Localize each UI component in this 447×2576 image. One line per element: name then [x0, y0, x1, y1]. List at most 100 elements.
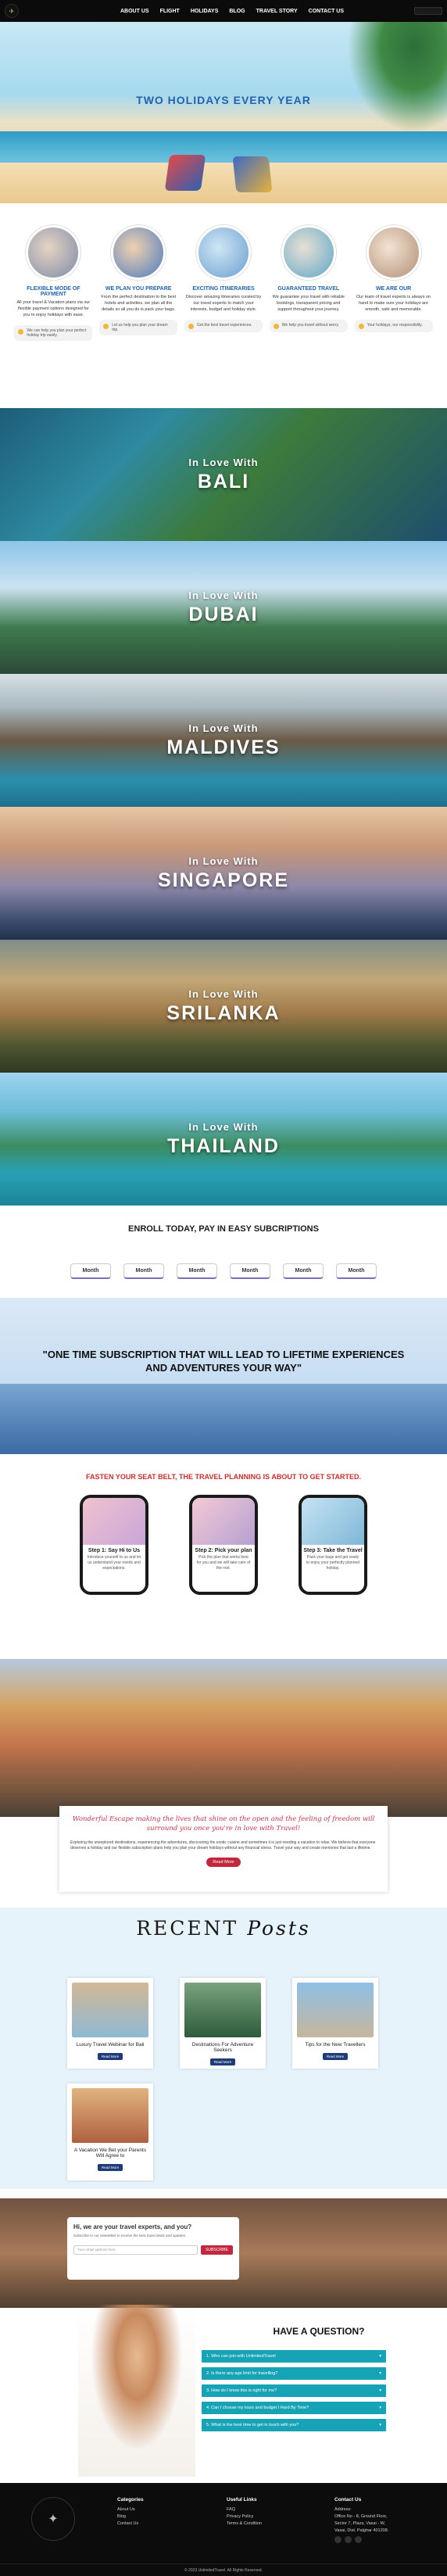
feature-card: EXCITING ITINERARIES Discover amazing it… [184, 225, 263, 407]
step-image [83, 1498, 145, 1545]
footer-useful-links: Useful Links FAQ Privacy Policy Terms & … [227, 2497, 262, 2526]
story-script: Wonderful Escape making the lives that s… [72, 1815, 375, 1833]
step-card: Step 2: Pick your plan Pick the plan tha… [189, 1495, 258, 1595]
footer-link[interactable]: Blog [117, 2514, 144, 2519]
footer-link[interactable]: Contact Us [117, 2521, 144, 2526]
footer-link[interactable]: Privacy Policy [227, 2514, 262, 2519]
city-buildings-image [0, 1384, 447, 1454]
feature-card: FLEXIBLE MODE OF PAYMENT All your travel… [14, 225, 93, 407]
top-nav: ✈ ABOUT US FLIGHT HOLIDAYS BLOG TRAVEL S… [0, 0, 447, 22]
read-more-button[interactable]: Read More [206, 1858, 241, 1868]
feature-note: We help you travel without worry. [269, 319, 348, 332]
post-read-more-button[interactable]: Read More [97, 2164, 123, 2171]
footer-link[interactable]: About Us [117, 2507, 144, 2512]
skyline-banner [0, 1298, 447, 1454]
chevron-down-icon: ▾ [379, 2354, 381, 2359]
contact-line: Vasai, Dist. Palghar 401208. [334, 2528, 389, 2533]
feature-text: We guarantee your travel with reliable b… [272, 295, 345, 312]
destination-banner-thailand[interactable]: In Love With THAILAND [0, 1073, 447, 1206]
destination-banner-srilanka[interactable]: In Love With SRILANKA [0, 940, 447, 1073]
faq-item[interactable]: 2. Is there any age limit for travelling… [202, 2367, 386, 2380]
month-option[interactable]: Month [283, 1263, 324, 1279]
step-image [192, 1498, 255, 1545]
nav-item-contact[interactable]: CONTACT US [309, 9, 344, 14]
nav-item-holidays[interactable]: HOLIDAYS [191, 9, 219, 14]
feature-image [111, 225, 166, 280]
destination-tagline: In Love With [188, 855, 259, 867]
feature-title: GUARANTEED TRAVEL [277, 286, 340, 292]
feature-note: Get the best travel experiences. [184, 319, 263, 332]
feature-title: WE ARE OUR [375, 286, 412, 292]
faq-item[interactable]: 4. Can I choose my tours and budget I Ha… [202, 2402, 386, 2414]
palm-leaves-decor [336, 22, 447, 147]
story-body: Exploring the unexplored destinations, e… [70, 1840, 376, 1851]
post-card[interactable]: A Vacation We Bet your Parents Will Agre… [67, 2083, 153, 2180]
month-option[interactable]: Month [70, 1263, 111, 1279]
month-option[interactable]: Month [177, 1263, 217, 1279]
post-read-more-button[interactable]: Read More [209, 2058, 236, 2065]
feature-title: WE PLAN YOU PREPARE [105, 286, 172, 292]
post-read-more-button[interactable]: Read More [97, 2053, 123, 2060]
post-image [72, 2088, 148, 2143]
info-icon [18, 328, 24, 335]
twitter-icon[interactable] [355, 2536, 362, 2543]
destination-banner-bali[interactable]: In Love With BALI [0, 408, 447, 541]
email-input[interactable]: Your email address here [73, 2245, 198, 2255]
faq-item[interactable]: 3. How do I know this is right for me? ▾ [202, 2384, 386, 2397]
facebook-icon[interactable] [334, 2536, 342, 2543]
street-scene-image [0, 1659, 447, 1817]
post-card[interactable]: Luxury Travel Webinar for Bali Read More [67, 1978, 153, 2069]
destination-tagline: In Love With [188, 589, 259, 601]
contact-line: Office No - 8, Ground Floor, [334, 2514, 388, 2519]
faq-item[interactable]: 5. What is the best time to get in touch… [202, 2419, 386, 2431]
post-title[interactable]: A Vacation We Bet your Parents Will Agre… [72, 2148, 148, 2159]
footer: ✦ Categories About Us Blog Contact Us Us… [0, 2483, 447, 2576]
brand-logo-icon[interactable]: ✈ [5, 4, 19, 18]
instagram-icon[interactable] [345, 2536, 352, 2543]
destination-banner-singapore[interactable]: In Love With SINGAPORE [0, 807, 447, 940]
destination-name: MALDIVES [166, 736, 281, 758]
nav-action-box[interactable] [414, 7, 442, 15]
post-image [297, 1983, 374, 2037]
compass-logo-icon: ✦ [31, 2497, 75, 2541]
step-image [302, 1498, 364, 1545]
month-option[interactable]: Month [336, 1263, 377, 1279]
destination-tagline: In Love With [188, 988, 259, 1000]
destination-banner-maldives[interactable]: In Love With MALDIVES [0, 674, 447, 807]
month-option[interactable]: Month [123, 1263, 164, 1279]
nav-item-about[interactable]: ABOUT US [120, 9, 149, 14]
info-icon [273, 323, 279, 329]
destination-banner-dubai[interactable]: In Love With DUBAI [0, 541, 447, 674]
subscribe-text: Subscribe to our newsletter to receive t… [73, 2234, 187, 2237]
nav-item-flight[interactable]: FLIGHT [160, 9, 180, 14]
month-option[interactable]: Month [230, 1263, 270, 1279]
hero-banner: TWO HOLIDAYS EVERY YEAR [0, 22, 447, 203]
footer-categories: Categories About Us Blog Contact Us [117, 2497, 144, 2526]
destination-name: DUBAI [188, 604, 259, 625]
post-title[interactable]: Destinations For Adventure Seekers [184, 2042, 261, 2053]
subscribe-form: Your email address here SUBSCRIBE [73, 2245, 233, 2255]
sea-band [0, 131, 447, 163]
post-read-more-button[interactable]: Read More [322, 2053, 349, 2060]
post-card[interactable]: Destinations For Adventure Seekers Read … [180, 1978, 266, 2069]
footer-contact: Contact Us Address: Office No - 8, Groun… [334, 2497, 388, 2543]
step-title: Step 1: Say Hi to Us [88, 1548, 141, 1553]
faq-title: HAVE A QUESTION? [273, 2326, 365, 2337]
post-card[interactable]: Tips for the New Travellers Read More [292, 1978, 378, 2069]
subscribe-button[interactable]: SUBSCRIBE [201, 2245, 233, 2255]
recent-posts-title: RECENT Posts [136, 1917, 311, 1940]
hero-title: TWO HOLIDAYS EVERY YEAR [136, 94, 311, 106]
nav-item-blog[interactable]: BLOG [229, 9, 245, 14]
feature-note: Let us help you plan your dream trip. [99, 319, 178, 335]
footer-link[interactable]: FAQ [227, 2507, 262, 2512]
faq-item[interactable]: 1. Who can join with UnlimitedTravel ▾ [202, 2350, 386, 2363]
footer-link[interactable]: Terms & Condition [227, 2521, 262, 2526]
destination-name: BALI [197, 471, 250, 493]
post-title[interactable]: Luxury Travel Webinar for Bali [72, 2042, 148, 2048]
post-title[interactable]: Tips for the New Travellers [297, 2042, 374, 2048]
subscribe-title: Hi, we are your travel experts, and you? [73, 2223, 192, 2230]
destination-tagline: In Love With [188, 722, 259, 734]
social-icons [334, 2536, 388, 2543]
post-image [72, 1983, 148, 2037]
nav-item-travel-story[interactable]: TRAVEL STORY [256, 9, 298, 14]
